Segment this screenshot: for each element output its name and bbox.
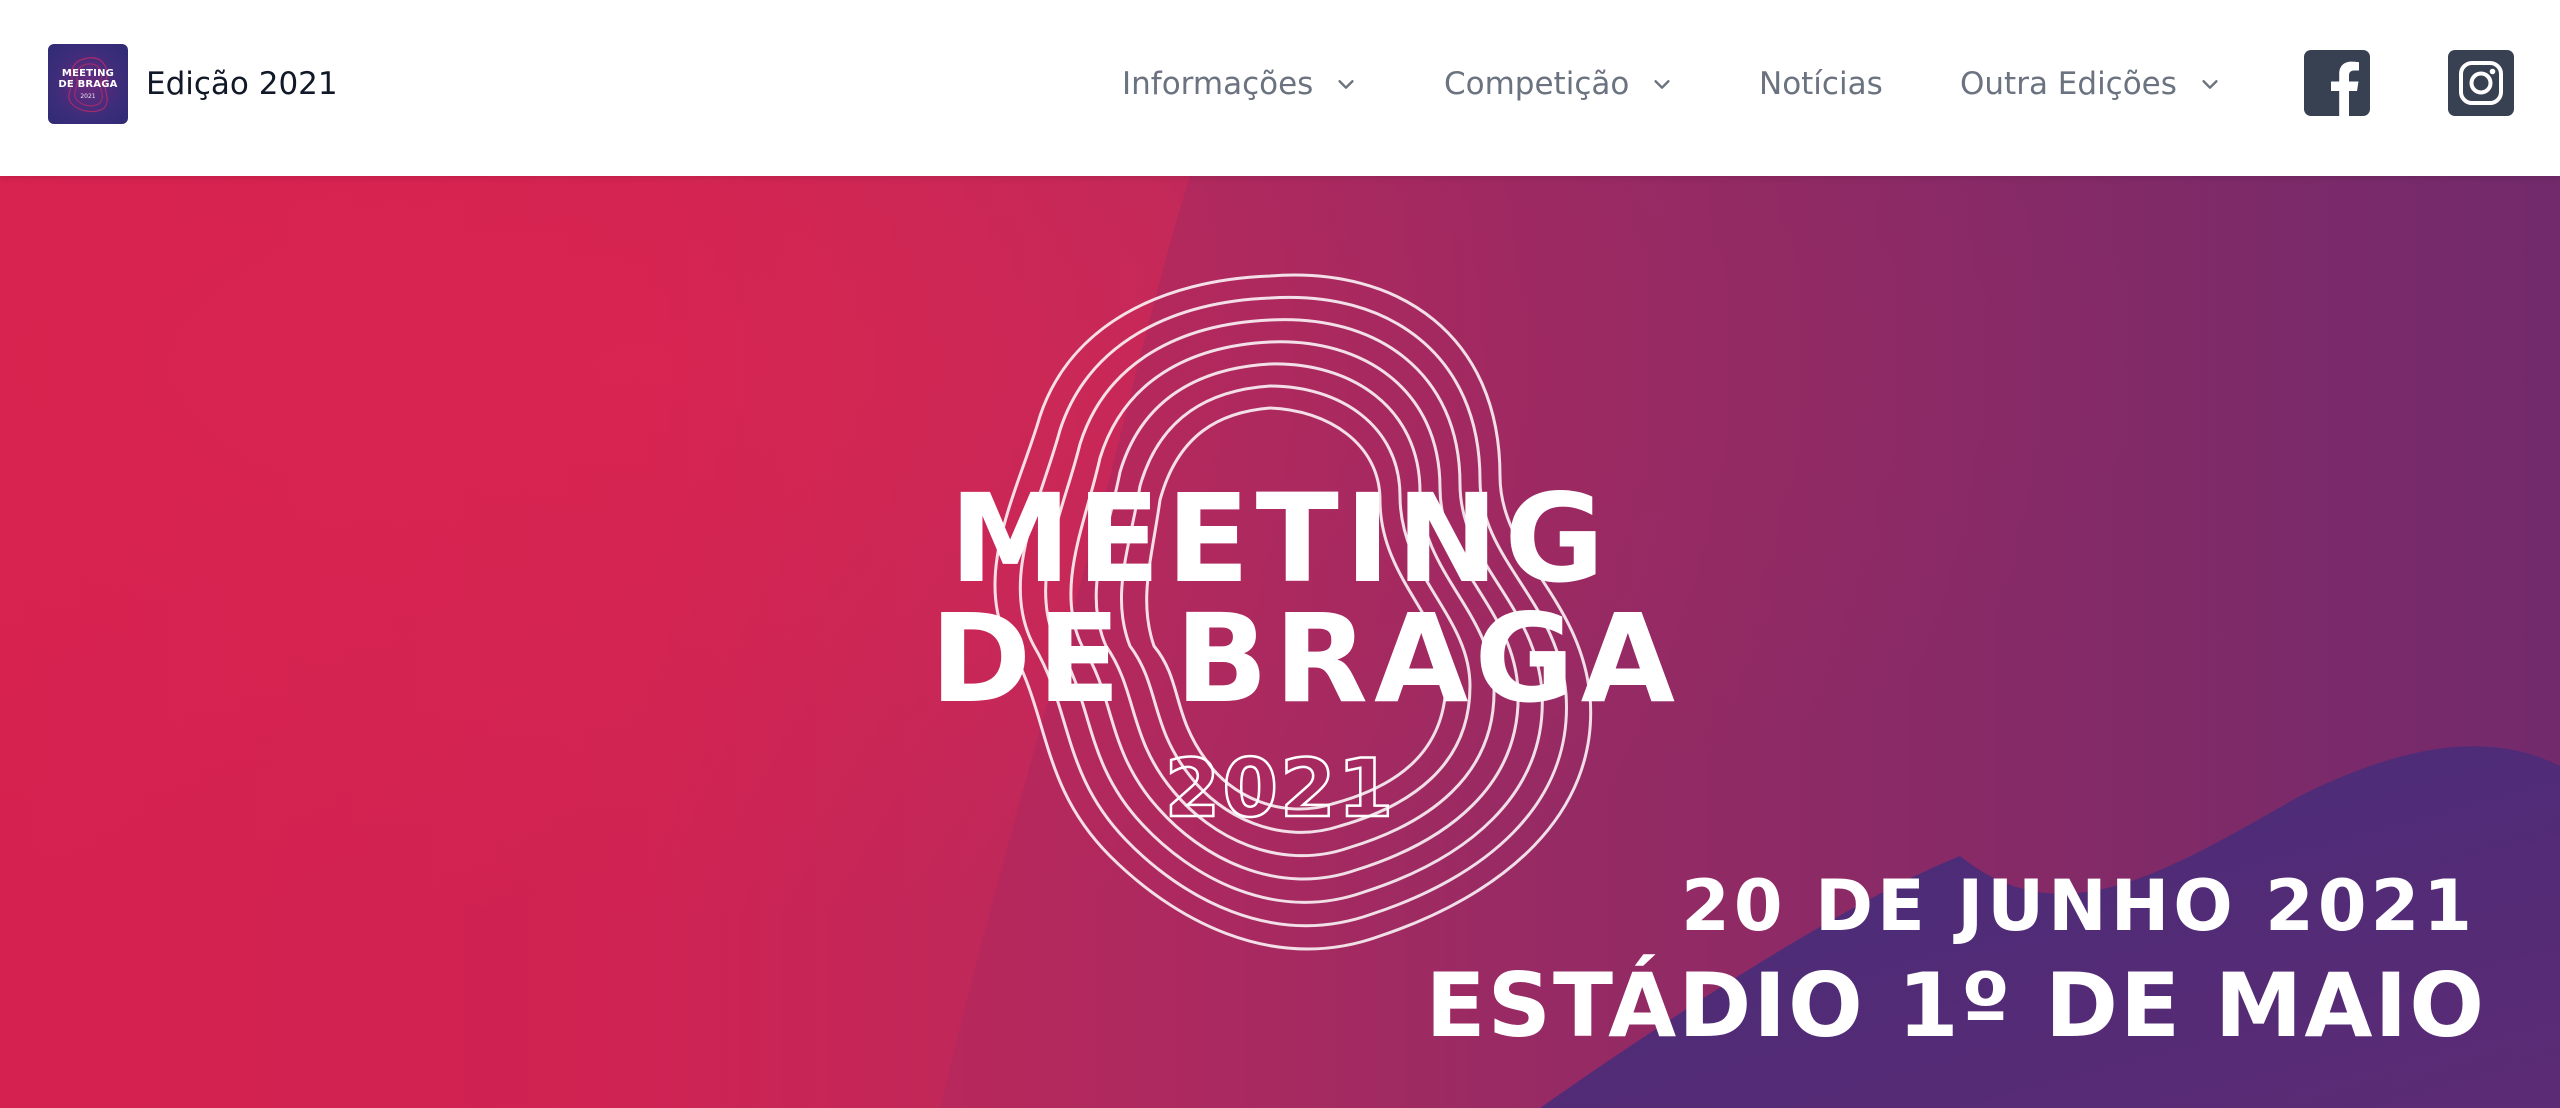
nav-item-informacoes[interactable]: Informações <box>1122 60 1357 108</box>
logo-text-year: 2021 <box>80 93 96 100</box>
hero-title-line1: MEETING <box>949 468 1611 610</box>
brand-title: Edição 2021 <box>146 66 338 102</box>
facebook-link[interactable] <box>2304 50 2370 116</box>
chevron-down-icon <box>1338 80 1354 89</box>
logo-text-line1: MEETING <box>61 68 115 79</box>
nav-item-label: Informações <box>1122 66 1314 102</box>
nav-item-noticias[interactable]: Notícias <box>1759 60 1883 108</box>
hero-title-line2: DE BRAGA <box>930 588 1681 730</box>
brand-home-link[interactable]: MEETING DE BRAGA 2021 Edição 2021 <box>48 44 338 124</box>
instagram-link[interactable] <box>2448 50 2514 116</box>
site-header: MEETING DE BRAGA 2021 Edição 2021 Inform… <box>0 0 2560 176</box>
hero-event-date: 20 DE JUNHO 2021 <box>1681 865 2476 947</box>
nav-item-competicao[interactable]: Competição <box>1444 60 1673 108</box>
hero-banner: MEETING DE BRAGA 2021 20 DE JUNHO 2021 E… <box>0 176 2560 1108</box>
logo-text-line2: DE BRAGA <box>58 79 118 90</box>
nav-item-label: Notícias <box>1759 66 1883 102</box>
facebook-icon <box>2304 50 2370 116</box>
brand-logo: MEETING DE BRAGA 2021 <box>48 44 128 124</box>
nav-item-outra-edicoes[interactable]: Outra Edições <box>1960 60 2221 108</box>
chevron-down-icon <box>1654 80 1670 89</box>
nav-item-label: Outra Edições <box>1960 66 2177 102</box>
nav-item-label: Competição <box>1444 66 1630 102</box>
hero-event-venue: ESTÁDIO 1º DE MAIO <box>1425 954 2486 1057</box>
hero-year: 2021 <box>1163 742 1396 835</box>
chevron-down-icon <box>2202 80 2218 89</box>
instagram-icon <box>2448 50 2514 116</box>
